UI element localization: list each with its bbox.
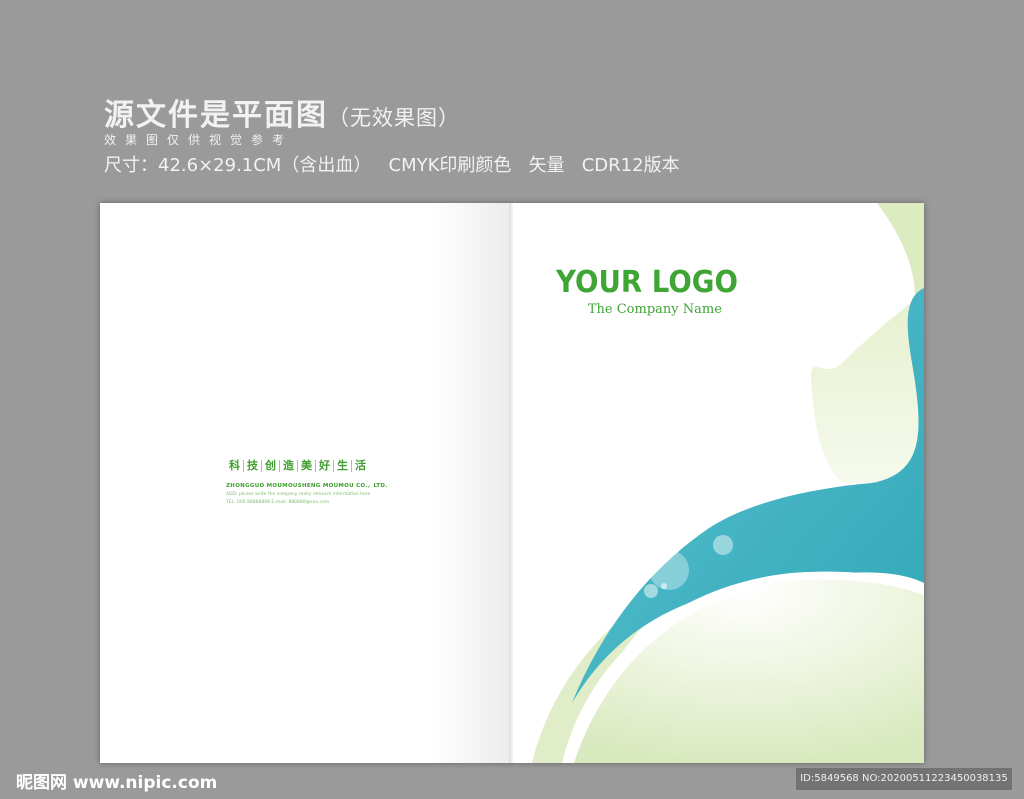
slogan-char: 美 [298, 460, 316, 472]
slogan-char: 造 [280, 460, 298, 472]
company-english-name: ZHONGGUO MOUMOUSHENG MOUMOU CO.，LTD. [226, 483, 388, 489]
light-green-ribbon [811, 293, 924, 483]
back-cover: 科 技 创 造 美 好 生 活 ZHONGGUO MOUMOUSHENG MOU… [100, 203, 512, 763]
company-address: ADD: please write the company really rel… [226, 492, 371, 497]
slogan-char: 好 [316, 460, 334, 472]
header-title-main: 源文件是平面图 [104, 98, 328, 133]
front-cover: YOUR LOGO The Company Name [512, 203, 924, 763]
bubble-tiny [661, 583, 667, 589]
slogan-char: 技 [244, 460, 262, 472]
header-note: 效果图仅供视觉参考 [104, 133, 294, 147]
spine-fold [509, 203, 513, 763]
company-contact: TEL: 000 88888888 E-mail: 888888@xxx.com [226, 500, 330, 505]
company-name: The Company Name [587, 302, 722, 317]
slogan: 科 技 创 造 美 好 生 活 [226, 460, 388, 472]
slogan-block: 科 技 创 造 美 好 生 活 ZHONGGUO MOUMOUSHENG MOU… [226, 460, 388, 506]
logo-text: YOUR LOGO [556, 265, 738, 300]
bubble-medium [713, 535, 733, 555]
slogan-char: 创 [262, 460, 280, 472]
slogan-char: 生 [334, 460, 352, 472]
bubble-large [649, 550, 689, 590]
cover-spread: 科 技 创 造 美 好 生 活 ZHONGGUO MOUMOUSHENG MOU… [100, 203, 924, 763]
header-spec: 尺寸：42.6×29.1CM（含出血） CMYK印刷颜色 矢量 CDR12版本 [104, 155, 680, 176]
logo-block: YOUR LOGO The Company Name [556, 265, 754, 317]
bubble-small [644, 584, 658, 598]
header-title: 源文件是平面图（无效果图） [104, 90, 460, 134]
header-title-sub: （无效果图） [328, 106, 460, 130]
slogan-char: 科 [226, 460, 244, 472]
site-watermark: 昵图网 www.nipic.com [16, 773, 218, 793]
image-id-watermark: ID:5849568 NO:20200511223450038135 [796, 768, 1012, 790]
slogan-char: 活 [355, 459, 366, 472]
